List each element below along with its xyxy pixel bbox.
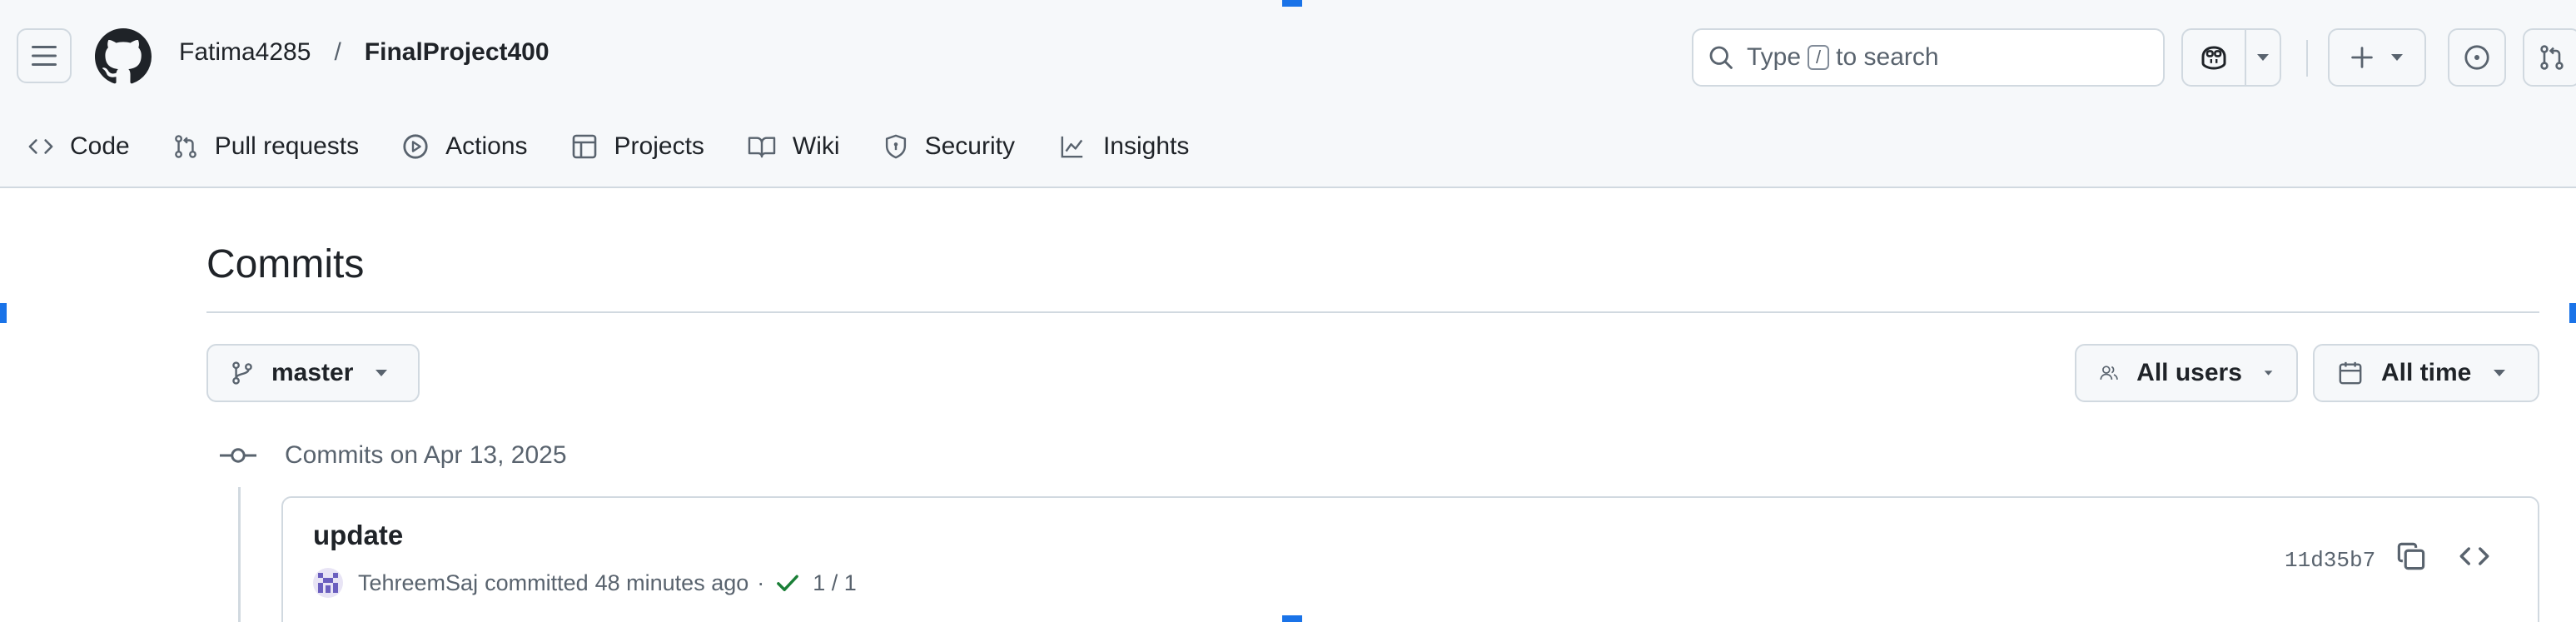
triangle-down-icon xyxy=(375,370,388,376)
tab-insights-label: Insights xyxy=(1102,132,1190,160)
people-icon xyxy=(2100,366,2118,380)
tab-pull-requests[interactable]: Pull requests xyxy=(173,132,359,161)
plus-icon xyxy=(2351,47,2373,68)
breadcrumb: Fatima4285 / FinalProject400 xyxy=(179,38,550,67)
tab-security[interactable]: Security xyxy=(883,132,1015,161)
commit-group-date: Commits on Apr 13, 2025 xyxy=(285,441,567,469)
search-icon xyxy=(1709,46,1733,69)
code-icon xyxy=(28,139,53,154)
commit-list-item: update TehreemSaj committed 48 minutes a… xyxy=(281,496,2539,622)
git-commit-icon xyxy=(220,448,256,463)
tab-security-label: Security xyxy=(924,132,1015,160)
tab-projects-label: Projects xyxy=(614,132,704,160)
hamburger-icon xyxy=(32,46,57,66)
triangle-down-icon xyxy=(2391,54,2403,61)
tab-projects[interactable]: Projects xyxy=(571,132,704,161)
time-filter-button[interactable]: All time xyxy=(2313,344,2539,402)
copilot-button[interactable] xyxy=(2183,30,2246,85)
commit-author-link[interactable]: TehreemSaj xyxy=(358,570,478,596)
commit-action: committed xyxy=(485,570,589,595)
owner-link[interactable]: Fatima4285 xyxy=(179,38,311,67)
commit-group-heading: Commits on Apr 13, 2025 xyxy=(220,441,567,470)
repo-header: Fatima4285 / FinalProject400 Type / to s… xyxy=(0,0,2576,188)
title-divider xyxy=(206,311,2539,313)
tab-pull-requests-label: Pull requests xyxy=(214,132,360,160)
create-new-button[interactable] xyxy=(2328,28,2426,87)
branch-selector-button[interactable]: master xyxy=(206,344,420,402)
users-filter-label: All users xyxy=(2136,359,2242,386)
meta-separator: · xyxy=(757,570,765,595)
search-prefix: Type xyxy=(1747,43,1802,71)
git-branch-icon xyxy=(232,361,252,385)
tab-code[interactable]: Code xyxy=(28,132,130,161)
play-icon xyxy=(403,134,428,159)
copilot-dropdown-button[interactable] xyxy=(2246,30,2280,85)
top-bar: Fatima4285 / FinalProject400 Type / to s… xyxy=(0,0,2576,115)
menu-button[interactable] xyxy=(17,28,72,83)
tab-insights[interactable]: Insights xyxy=(1058,132,1189,161)
shield-icon xyxy=(885,134,906,159)
branch-name: master xyxy=(271,359,354,386)
selection-handle-top-center[interactable] xyxy=(1282,0,1302,7)
tab-wiki[interactable]: Wiki xyxy=(748,132,840,161)
copy-icon[interactable] xyxy=(2396,541,2426,571)
git-pull-request-icon xyxy=(2540,45,2564,70)
identicon-icon xyxy=(318,573,338,593)
time-filter-label: All time xyxy=(2381,359,2472,386)
calendar-icon xyxy=(2339,361,2362,385)
copilot-icon xyxy=(2201,46,2226,70)
timeline-line xyxy=(238,487,241,622)
git-pull-request-icon xyxy=(174,135,196,158)
breadcrumb-separator: / xyxy=(334,38,341,66)
tab-actions[interactable]: Actions xyxy=(402,132,528,161)
check-icon xyxy=(777,575,799,591)
triangle-down-icon xyxy=(2264,371,2273,376)
selection-handle-bottom-center[interactable] xyxy=(1282,615,1302,622)
tab-wiki-label: Wiki xyxy=(792,132,840,160)
toolbar-divider xyxy=(2306,40,2308,77)
repo-link[interactable]: FinalProject400 xyxy=(365,38,550,67)
avatar[interactable] xyxy=(313,568,343,598)
browse-code-icon[interactable] xyxy=(2459,541,2489,571)
issues-button[interactable] xyxy=(2448,28,2506,87)
commit-message-link[interactable]: update xyxy=(313,520,403,551)
triangle-down-icon xyxy=(2257,54,2269,61)
issue-opened-icon xyxy=(2464,45,2489,70)
search-shortcut-key: / xyxy=(1808,45,1830,70)
search-suffix: to search xyxy=(1836,43,1939,71)
tab-actions-label: Actions xyxy=(445,132,528,160)
graph-icon xyxy=(1061,136,1083,158)
repo-nav-tabs: Code Pull requests Actions Projects Wiki… xyxy=(28,123,1232,170)
copilot-button-group xyxy=(2181,28,2281,87)
search-input[interactable]: Type / to search xyxy=(1692,28,2165,87)
selection-handle-left-middle[interactable] xyxy=(0,303,7,323)
page-title: Commits xyxy=(206,242,365,286)
users-filter-button[interactable]: All users xyxy=(2075,344,2298,402)
commit-time[interactable]: 48 minutes ago xyxy=(595,570,749,596)
pull-requests-button[interactable] xyxy=(2523,28,2576,87)
selection-handle-right-middle[interactable] xyxy=(2569,303,2576,323)
book-icon xyxy=(748,137,776,158)
commit-meta: TehreemSaj committed 48 minutes ago · 1 … xyxy=(313,568,857,598)
github-logo-icon[interactable] xyxy=(95,28,152,85)
table-icon xyxy=(572,134,596,159)
tab-code-label: Code xyxy=(70,132,130,160)
commit-sha-link[interactable]: 11d35b7 xyxy=(2285,548,2375,573)
triangle-down-icon xyxy=(2494,370,2506,376)
checks-count: 1 / 1 xyxy=(813,570,857,595)
checks-status[interactable]: 1 / 1 xyxy=(776,570,857,596)
